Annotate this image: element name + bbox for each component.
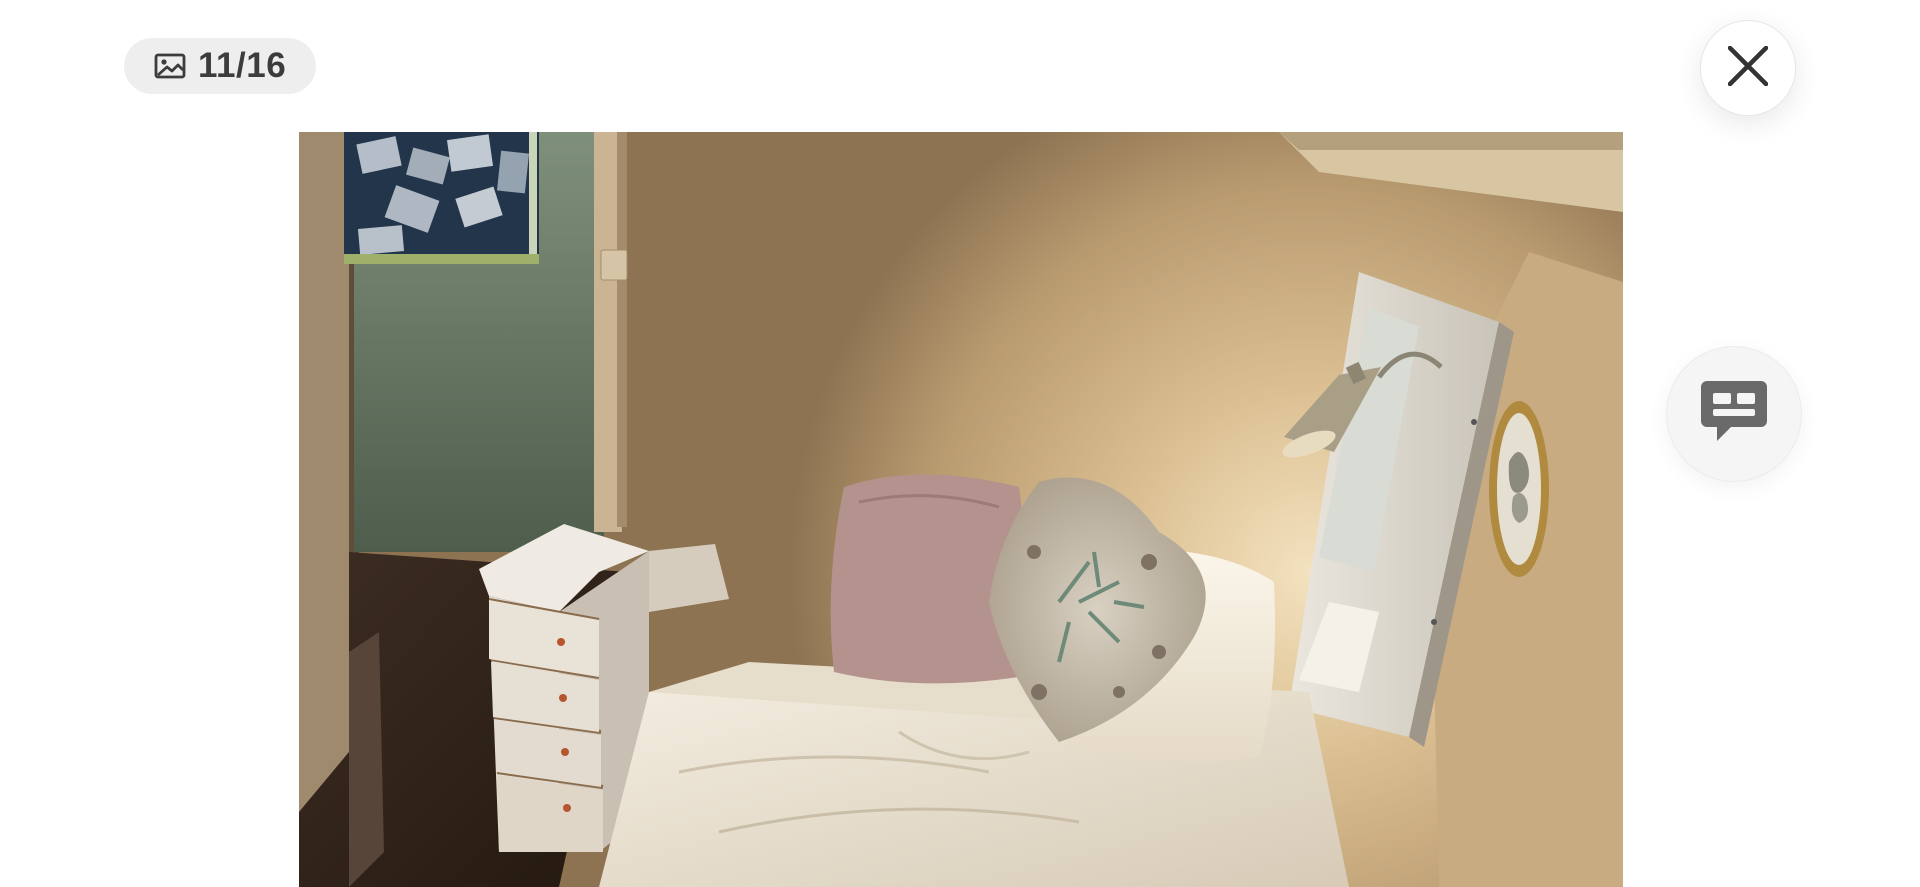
chat-bubble-icon [1699, 379, 1769, 450]
close-icon [1727, 45, 1769, 91]
photo-counter-text: 11/16 [198, 46, 287, 85]
close-button[interactable] [1700, 20, 1796, 116]
bedroom-photo [299, 132, 1623, 887]
chat-button[interactable] [1666, 346, 1802, 482]
image-icon [154, 51, 186, 81]
photo-counter: 11/16 [124, 38, 317, 94]
photo-viewer: 11/16 [0, 0, 1920, 887]
